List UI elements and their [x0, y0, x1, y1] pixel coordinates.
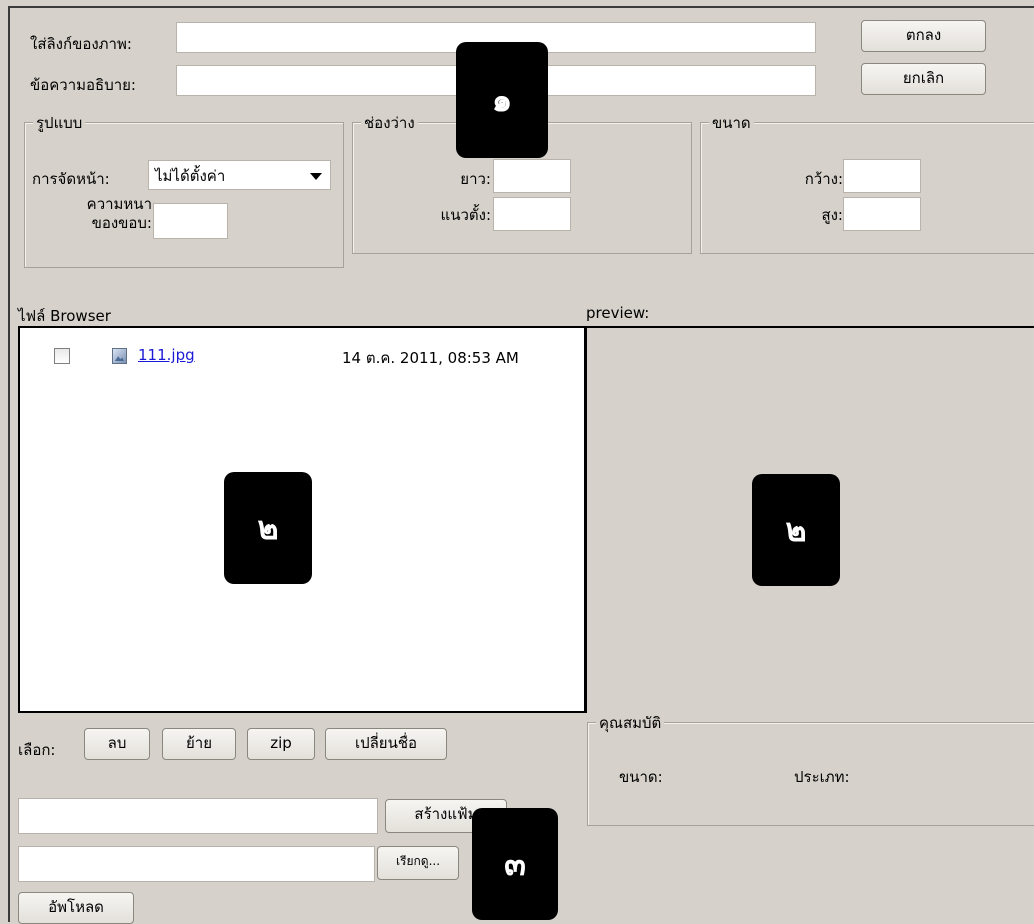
description-label: ข้อความอธิบาย:	[30, 76, 136, 94]
border-thickness-input[interactable]	[153, 203, 228, 239]
ok-button[interactable]: ตกลง	[861, 20, 986, 52]
move-button[interactable]: ย้าย	[162, 728, 236, 760]
image-manager-dialog: ใส่ลิงก์ของภาพ: ข้อความอธิบาย: ตกลง ยกเล…	[8, 6, 1034, 924]
upload-button[interactable]: อัพโหลด	[18, 892, 134, 924]
spacing-legend: ช่องว่าง	[361, 111, 418, 135]
image-link-label: ใส่ลิงก์ของภาพ:	[30, 35, 132, 53]
callout-badge-1: ๑	[456, 42, 548, 158]
file-browser-title: ไฟล์ Browser	[18, 307, 111, 325]
border-thickness-label: ความหนา ของขอบ:	[63, 195, 152, 233]
format-legend: รูปแบบ	[33, 111, 86, 135]
align-select[interactable]: ไม่ได้ตั้งค่า	[148, 160, 331, 190]
file-name-link[interactable]: 111.jpg	[138, 346, 195, 364]
callout-badge-2-right: ๒	[752, 474, 840, 586]
select-label: เลือก:	[18, 741, 56, 759]
border-label-line1: ความหนา	[86, 195, 152, 213]
preview-title: preview:	[586, 304, 650, 322]
upload-file-input[interactable]	[18, 846, 375, 882]
height-input[interactable]	[843, 197, 921, 231]
horizontal-spacing-label: ยาว:	[460, 170, 491, 188]
file-date: 14 ต.ค. 2011, 08:53 AM	[342, 349, 519, 367]
align-label: การจัดหน้า:	[32, 170, 110, 188]
align-selected-value: ไม่ได้ตั้งค่า	[155, 167, 226, 185]
zip-button[interactable]: zip	[247, 728, 315, 760]
format-group: รูปแบบ การจัดหน้า: ไม่ได้ตั้งค่า ความหนา…	[24, 111, 344, 268]
browse-button[interactable]: เรียกดู...	[377, 846, 459, 880]
size-legend: ขนาด	[709, 111, 754, 135]
callout-badge-3: ๓	[472, 808, 558, 920]
height-label: สูง:	[821, 206, 843, 224]
callout-badge-2-left: ๒	[224, 472, 312, 584]
vertical-spacing-input[interactable]	[493, 197, 571, 231]
width-label: กว้าง:	[804, 170, 843, 188]
delete-button[interactable]: ลบ	[84, 728, 150, 760]
border-label-line2: ของขอบ:	[91, 214, 152, 232]
vertical-spacing-label: แนวตั้ง:	[440, 206, 491, 224]
new-folder-input[interactable]	[18, 798, 378, 834]
file-checkbox[interactable]	[54, 348, 70, 364]
list-item[interactable]: 111.jpg 14 ต.ค. 2011, 08:53 AM	[20, 346, 584, 370]
rename-button[interactable]: เปลี่ยนชื่อ	[325, 728, 447, 760]
image-file-icon	[112, 348, 127, 364]
property-size-label: ขนาด:	[619, 768, 663, 786]
width-input[interactable]	[843, 159, 921, 193]
properties-group: คุณสมบัติ ขนาด: ประเภท:	[587, 711, 1034, 826]
property-type-label: ประเภท:	[794, 768, 850, 786]
cancel-button[interactable]: ยกเลิก	[861, 63, 986, 95]
size-group: ขนาด กว้าง: สูง:	[700, 111, 1034, 254]
chevron-down-icon	[310, 173, 322, 180]
properties-legend: คุณสมบัติ	[596, 711, 665, 735]
horizontal-spacing-input[interactable]	[493, 159, 571, 193]
